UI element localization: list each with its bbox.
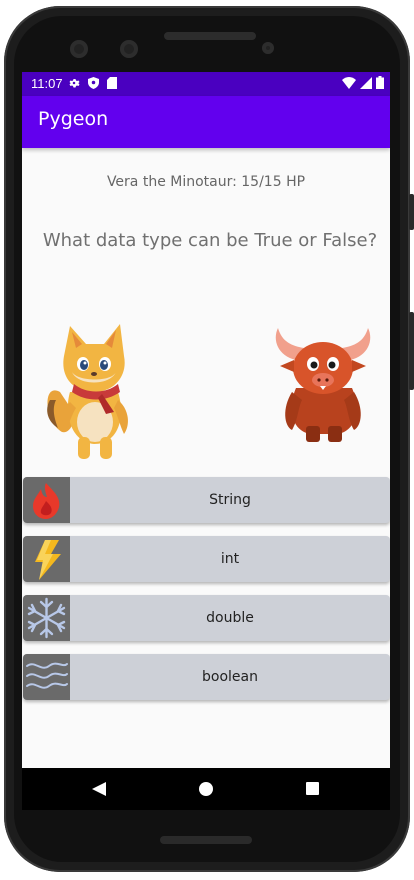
answer-label: int [220, 551, 240, 567]
bottom-speaker [160, 836, 252, 844]
fire-icon [23, 477, 70, 523]
back-triangle-icon[interactable] [92, 782, 106, 796]
minotaur-character [275, 328, 371, 442]
shield-icon [88, 77, 99, 89]
power-button [409, 194, 414, 230]
volume-button [409, 312, 414, 390]
front-camera-left [70, 40, 88, 58]
proximity-sensor [262, 42, 274, 54]
answer-label: double [206, 610, 254, 626]
gear-icon [69, 79, 80, 88]
home-circle-icon[interactable] [199, 782, 213, 796]
snowflake-icon [23, 595, 70, 641]
wind-icon [23, 654, 70, 700]
top-speaker [164, 32, 256, 40]
answer-label: boolean [202, 669, 258, 685]
answer-button-int[interactable]: int [23, 536, 390, 582]
answer-button-string[interactable]: String [23, 477, 390, 523]
question-text: What data type can be True or False? [42, 230, 378, 251]
app-screen: 11:07 Pygeon Vera the Minotaur: 15/15 HP… [22, 72, 390, 808]
enemy-hp-text: Vera the Minotaur: 15/15 HP [106, 174, 306, 190]
lightning-icon [23, 536, 70, 582]
navigation-bar [22, 768, 390, 810]
battery-icon [376, 76, 384, 89]
status-bar: 11:07 [22, 72, 390, 96]
wifi-icon [342, 76, 356, 89]
answer-button-boolean[interactable]: boolean [23, 654, 390, 700]
answer-label: String [209, 492, 251, 508]
front-camera-right [120, 40, 138, 58]
fox-character [47, 324, 128, 459]
sd-card-icon [107, 77, 117, 89]
app-bar: Pygeon [22, 96, 390, 148]
status-time: 11:07 [31, 76, 63, 91]
answer-button-double[interactable]: double [23, 595, 390, 641]
signal-icon [360, 76, 372, 89]
app-title: Pygeon [38, 108, 109, 130]
recents-square-icon[interactable] [306, 782, 319, 795]
